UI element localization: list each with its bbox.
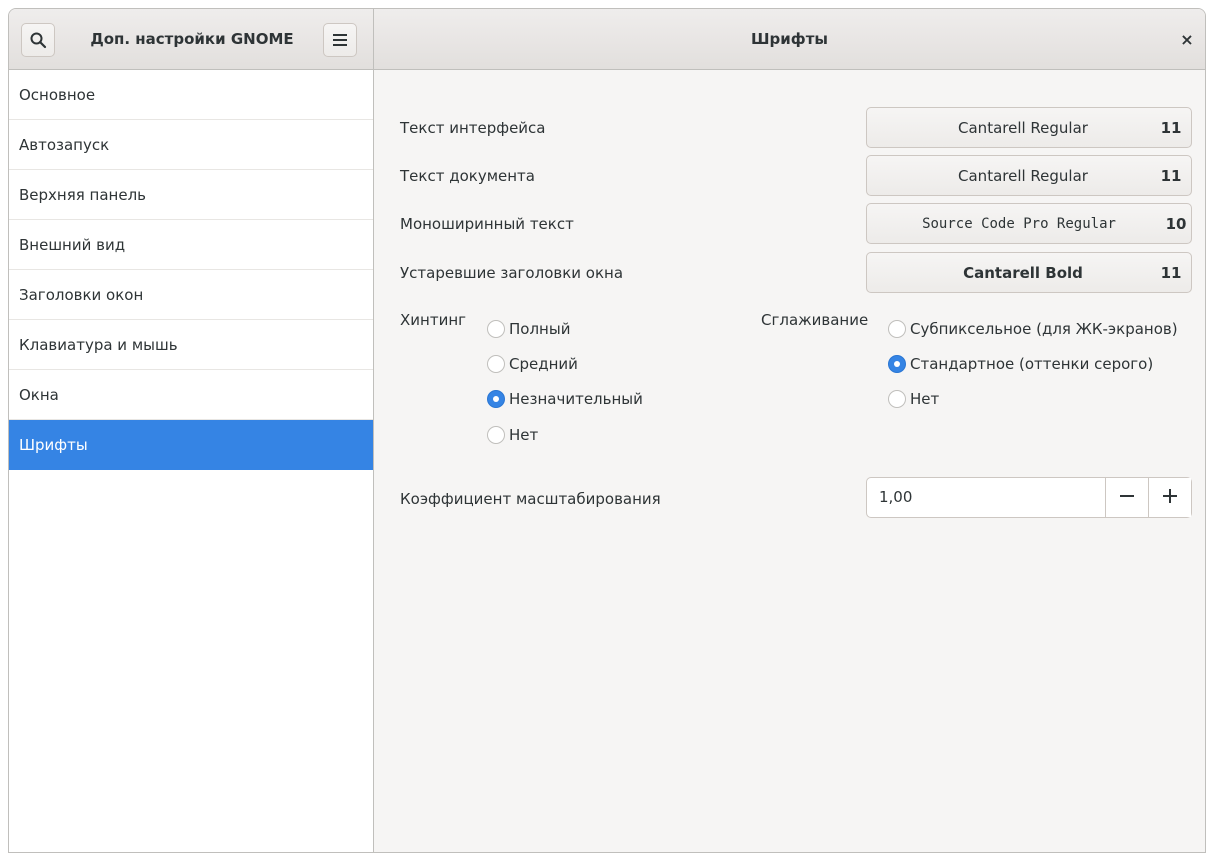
hinting-slight-label: Незначительный xyxy=(509,390,643,408)
document-font-button[interactable]: Cantarell Regular 11 xyxy=(866,155,1192,196)
hinting-none-radio[interactable]: Нет xyxy=(487,426,538,444)
antialiasing-none-radio[interactable]: Нет xyxy=(888,390,939,408)
antialiasing-subpixel-label: Субпиксельное (для ЖК-экранов) xyxy=(910,320,1178,338)
app-title: Доп. настройки GNOME xyxy=(90,30,294,48)
sidebar-item-appearance[interactable]: Внешний вид xyxy=(9,220,373,270)
document-font-size: 11 xyxy=(1160,166,1182,185)
close-button[interactable]: × xyxy=(1175,27,1199,51)
titlebar-font-button[interactable]: Cantarell Bold 11 xyxy=(866,252,1192,293)
close-icon: × xyxy=(1180,29,1194,49)
antialiasing-standard-radio[interactable]: Стандартное (оттенки серого) xyxy=(888,355,1153,373)
hinting-medium-radio[interactable]: Средний xyxy=(487,355,578,373)
scaling-factor-input[interactable]: 1,00 xyxy=(867,478,1105,517)
radio-indicator-checked xyxy=(487,390,505,408)
hinting-slight-radio[interactable]: Незначительный xyxy=(487,390,643,408)
antialiasing-none-label: Нет xyxy=(910,390,940,408)
sidebar-item-startup[interactable]: Автозапуск xyxy=(9,120,373,170)
interface-font-button[interactable]: Cantarell Regular 11 xyxy=(866,107,1192,148)
hinting-medium-label: Средний xyxy=(509,355,578,373)
hinting-full-radio[interactable]: Полный xyxy=(487,320,570,338)
sidebar-item-windows[interactable]: Окна xyxy=(9,370,373,420)
header-left: Доп. настройки GNOME xyxy=(9,9,374,69)
hamburger-menu-icon xyxy=(332,33,348,47)
radio-indicator xyxy=(487,426,505,444)
fonts-panel: Текст интерфейса Cantarell Regular 11 Те… xyxy=(375,70,1205,852)
header-right: Шрифты × xyxy=(374,9,1205,69)
interface-font-name: Cantarell Regular xyxy=(958,118,1088,137)
sidebar-item-fonts[interactable]: Шрифты xyxy=(9,420,373,470)
titlebar-font-size: 11 xyxy=(1160,263,1182,282)
radio-indicator xyxy=(487,355,505,373)
tweaks-window: Доп. настройки GNOME Шрифты × Основное А… xyxy=(8,8,1206,853)
search-button[interactable] xyxy=(21,23,55,57)
scaling-factor-label: Коэффициент масштабирования xyxy=(400,490,661,508)
titlebar-font-label: Устаревшие заголовки окна xyxy=(400,264,624,282)
radio-indicator xyxy=(888,320,906,338)
monospace-font-size: 10 xyxy=(1165,214,1187,233)
antialiasing-label: Сглаживание xyxy=(761,311,869,329)
increase-button[interactable] xyxy=(1148,478,1191,517)
antialiasing-standard-label: Стандартное (оттенки серого) xyxy=(910,355,1154,373)
hinting-none-label: Нет xyxy=(509,426,539,444)
header-bar: Доп. настройки GNOME Шрифты × xyxy=(9,9,1205,70)
hinting-label: Хинтинг xyxy=(400,311,467,329)
antialiasing-subpixel-radio[interactable]: Субпиксельное (для ЖК-экранов) xyxy=(888,320,1178,338)
document-font-name: Cantarell Regular xyxy=(958,166,1088,185)
radio-indicator xyxy=(888,390,906,408)
radio-indicator-checked xyxy=(888,355,906,373)
titlebar-font-name: Cantarell Bold xyxy=(963,263,1083,282)
search-icon xyxy=(29,31,47,49)
interface-font-label: Текст интерфейса xyxy=(400,119,546,137)
sidebar-item-top-bar[interactable]: Верхняя панель xyxy=(9,170,373,220)
decrease-button[interactable] xyxy=(1105,478,1148,517)
monospace-font-button[interactable]: Source Code Pro Regular 10 xyxy=(866,203,1192,244)
radio-indicator xyxy=(487,320,505,338)
scaling-factor-spinbutton: 1,00 xyxy=(866,477,1192,518)
page-title: Шрифты xyxy=(751,30,828,48)
sidebar-item-general[interactable]: Основное xyxy=(9,70,373,120)
sidebar-item-keyboard-mouse[interactable]: Клавиатура и мышь xyxy=(9,320,373,370)
document-font-label: Текст документа xyxy=(400,167,535,185)
plus-icon xyxy=(1162,488,1178,508)
hinting-full-label: Полный xyxy=(509,320,571,338)
sidebar-item-window-titlebars[interactable]: Заголовки окон xyxy=(9,270,373,320)
sidebar: Основное Автозапуск Верхняя панель Внешн… xyxy=(9,70,374,852)
monospace-font-label: Моноширинный текст xyxy=(400,215,574,233)
minus-icon xyxy=(1119,488,1135,508)
interface-font-size: 11 xyxy=(1160,118,1182,137)
menu-button[interactable] xyxy=(323,23,357,57)
monospace-font-name: Source Code Pro Regular xyxy=(922,215,1116,232)
